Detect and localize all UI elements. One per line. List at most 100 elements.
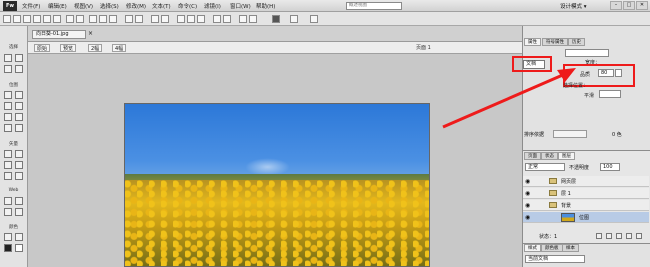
- arrange-icon[interactable]: [272, 15, 280, 23]
- stroke-color-swatch[interactable]: [4, 244, 12, 252]
- rectangle-tool-icon[interactable]: [4, 161, 12, 169]
- lasso-tool-icon[interactable]: [15, 91, 23, 99]
- delete-layer-icon[interactable]: [636, 233, 642, 239]
- new-bitmap-icon[interactable]: [616, 233, 622, 239]
- menu-edit[interactable]: 编辑(E): [48, 2, 67, 10]
- split-icon[interactable]: [161, 15, 169, 23]
- slice-tool-icon[interactable]: [15, 197, 23, 205]
- join-icon[interactable]: [151, 15, 159, 23]
- view-preview-button[interactable]: 预览: [60, 44, 77, 52]
- document-styles-dropdown[interactable]: 当前文档: [525, 255, 585, 263]
- document-canvas[interactable]: [124, 103, 430, 267]
- menu-file[interactable]: 文件(F): [22, 2, 40, 10]
- layer-row[interactable]: ◉ 位图: [523, 212, 649, 223]
- align-menu-icon[interactable]: [290, 15, 298, 23]
- layer-row[interactable]: ◉ 层 1: [523, 188, 649, 199]
- redo-icon[interactable]: [76, 15, 84, 23]
- open-file-icon[interactable]: [13, 15, 21, 23]
- ungroup-icon[interactable]: [135, 15, 143, 23]
- pencil-tool-icon[interactable]: [4, 113, 12, 121]
- tab-styles[interactable]: 样式: [524, 244, 541, 252]
- opacity-input[interactable]: 100: [600, 163, 620, 171]
- paste-icon[interactable]: [109, 15, 117, 23]
- visibility-eye-icon[interactable]: ◉: [525, 190, 530, 197]
- line-tool-icon[interactable]: [4, 150, 12, 158]
- smoothing-dropdown[interactable]: [599, 90, 621, 98]
- menu-filters[interactable]: 滤镜(I): [204, 2, 221, 10]
- menu-modify[interactable]: 修改(M): [126, 2, 146, 10]
- print-icon[interactable]: [53, 15, 61, 23]
- eraser-tool-icon[interactable]: [15, 113, 23, 121]
- flip-horizontal-icon[interactable]: [239, 15, 247, 23]
- eyedropper-tool-icon[interactable]: [4, 233, 12, 241]
- sort-dropdown[interactable]: [553, 130, 587, 138]
- brush-tool-icon[interactable]: [15, 102, 23, 110]
- menu-view[interactable]: 视图(V): [74, 2, 93, 10]
- new-layer-icon[interactable]: [606, 233, 612, 239]
- search-input[interactable]: 概述视图: [346, 2, 402, 10]
- distribute-icon[interactable]: [310, 15, 318, 23]
- tab-states[interactable]: 状态: [541, 152, 558, 160]
- group-icon[interactable]: [125, 15, 133, 23]
- tab-layers[interactable]: 图层: [558, 152, 575, 160]
- view-2up-button[interactable]: 2幅: [88, 44, 103, 52]
- new-file-icon[interactable]: [3, 15, 11, 23]
- tab-swatches[interactable]: 颜色板: [541, 244, 563, 252]
- mask-icon[interactable]: [626, 233, 632, 239]
- pen-tool-icon[interactable]: [15, 150, 23, 158]
- undo-icon[interactable]: [66, 15, 74, 23]
- blur-tool-icon[interactable]: [4, 124, 12, 132]
- align-center-icon[interactable]: [187, 15, 195, 23]
- rotate-left-icon[interactable]: [213, 15, 221, 23]
- visibility-eye-icon[interactable]: ◉: [525, 214, 530, 221]
- pointer-tool-icon[interactable]: [4, 54, 12, 62]
- marquee-tool-icon[interactable]: [4, 91, 12, 99]
- blend-mode-dropdown[interactable]: 正常: [525, 163, 565, 171]
- visibility-eye-icon[interactable]: ◉: [525, 178, 530, 185]
- layer-row[interactable]: ◉ 背景: [523, 200, 649, 211]
- rotate-right-icon[interactable]: [223, 15, 231, 23]
- document-tab[interactable]: 向日葵-01.jpg: [32, 30, 86, 39]
- menu-window[interactable]: 窗口(W): [230, 2, 251, 10]
- stamp-tool-icon[interactable]: [15, 124, 23, 132]
- freeform-tool-icon[interactable]: [4, 172, 12, 180]
- document-tab-close-icon[interactable]: ×: [88, 30, 93, 37]
- cut-icon[interactable]: [89, 15, 97, 23]
- workspace-mode[interactable]: 设计模式 ▾: [560, 2, 587, 10]
- menu-help[interactable]: 帮助(H): [256, 2, 275, 10]
- show-slices-icon[interactable]: [15, 208, 23, 216]
- crop-tool-icon[interactable]: [15, 65, 23, 73]
- tab-properties[interactable]: 属性: [524, 38, 541, 46]
- page-selector[interactable]: 页面 1: [416, 44, 431, 51]
- copy-icon[interactable]: [99, 15, 107, 23]
- layer-row[interactable]: ◉ 网页层: [523, 176, 649, 187]
- fill-color-swatch[interactable]: [15, 244, 23, 252]
- new-folder-icon[interactable]: [596, 233, 602, 239]
- minimize-button[interactable]: –: [610, 1, 622, 10]
- visibility-eye-icon[interactable]: ◉: [525, 202, 530, 209]
- align-right-icon[interactable]: [197, 15, 205, 23]
- paint-bucket-tool-icon[interactable]: [15, 233, 23, 241]
- view-original-button[interactable]: 原始: [34, 44, 51, 52]
- menu-select[interactable]: 选择(S): [100, 2, 119, 10]
- subselect-tool-icon[interactable]: [15, 54, 23, 62]
- export-icon[interactable]: [43, 15, 51, 23]
- tab-pages[interactable]: 页面: [524, 152, 541, 160]
- flip-vertical-icon[interactable]: [249, 15, 257, 23]
- properties-dropdown[interactable]: [565, 49, 609, 57]
- magic-wand-tool-icon[interactable]: [4, 102, 12, 110]
- view-4up-button[interactable]: 4幅: [112, 44, 127, 52]
- hide-slices-icon[interactable]: [4, 208, 12, 216]
- menu-commands[interactable]: 命令(C): [178, 2, 197, 10]
- tab-samples[interactable]: 样本: [562, 244, 579, 252]
- align-left-icon[interactable]: [177, 15, 185, 23]
- scale-tool-icon[interactable]: [4, 65, 12, 73]
- text-tool-icon[interactable]: [15, 161, 23, 169]
- hotspot-tool-icon[interactable]: [4, 197, 12, 205]
- maximize-button[interactable]: □: [623, 1, 635, 10]
- tab-history[interactable]: 历史: [568, 38, 585, 46]
- save-icon[interactable]: [23, 15, 31, 23]
- import-icon[interactable]: [33, 15, 41, 23]
- tab-symbol-properties[interactable]: 符号属性: [542, 38, 568, 46]
- close-button[interactable]: ✕: [636, 1, 648, 10]
